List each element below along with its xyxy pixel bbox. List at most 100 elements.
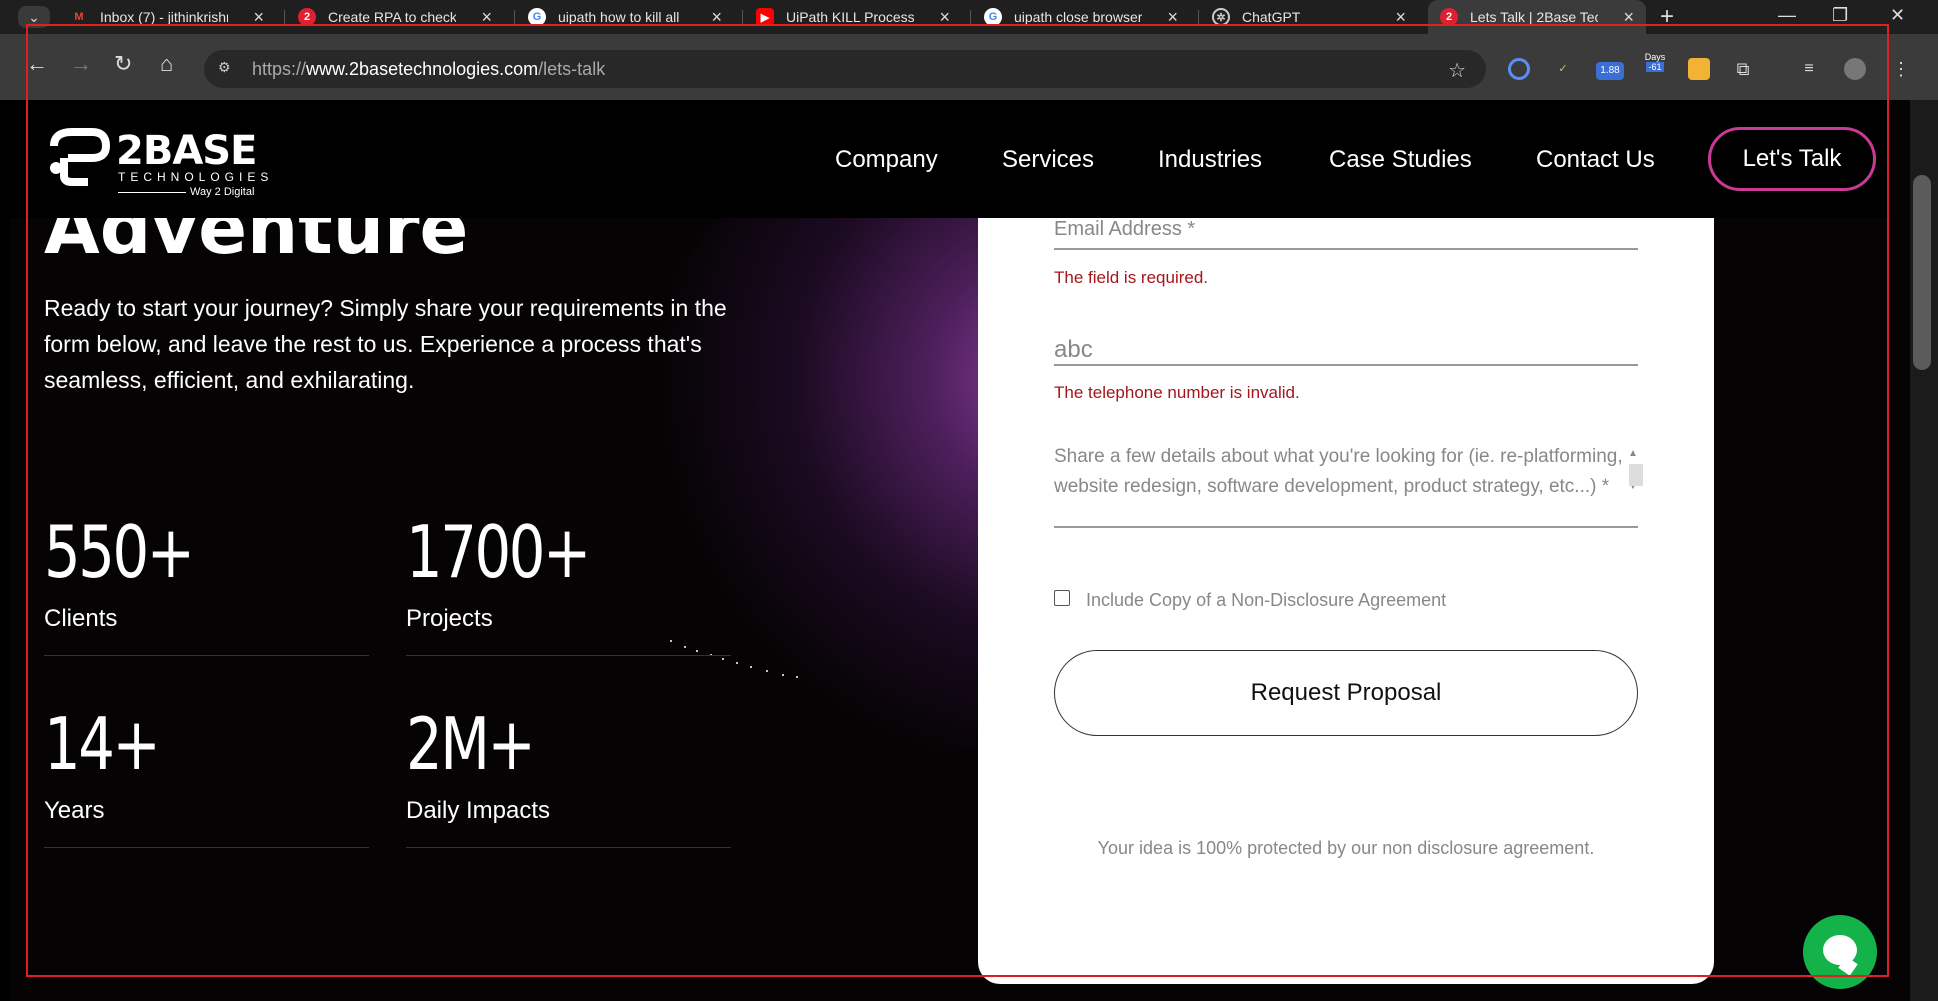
email-error: The field is required. [1054,268,1209,287]
google-icon: G [984,8,1002,26]
nav-contact-us[interactable]: Contact Us [1536,146,1655,174]
tab-strip: ⌄ M Inbox (7) - jithinkrishna × 2 Create… [0,0,1938,34]
youtube-icon: ▶ [756,8,774,26]
tab-title: ChatGPT [1242,9,1301,25]
close-icon[interactable]: × [1395,7,1406,28]
extension-badge-icon[interactable]: 1.88 [1596,62,1624,80]
page-content: Adventure Ready to start your journey? S… [10,100,1910,1001]
close-icon[interactable]: × [711,7,722,28]
tab-search-button[interactable]: ⌄ [18,6,50,28]
stat-number: 14+ [44,702,161,786]
close-icon[interactable]: × [253,7,264,28]
nav-industries[interactable]: Industries [1158,146,1262,174]
tab-gmail[interactable]: M Inbox (7) - jithinkrishna × [58,0,276,34]
stat-daily-impacts: 2M+ Daily Impacts [406,702,731,848]
tab-divider [514,10,515,26]
tab-title: uipath close browser [1014,9,1142,25]
logo-tagline: Way 2 Digital [190,186,255,198]
stat-projects: 1700+ Projects [406,510,731,656]
request-proposal-button[interactable]: Request Proposal [1054,650,1638,736]
tab-lets-talk[interactable]: 2 Lets Talk | 2Base Tech × [1428,0,1646,34]
address-bar[interactable]: ⚙ https://www.2basetechnologies.com/lets… [204,50,1486,88]
chatgpt-icon: ✲ [1212,8,1230,26]
window-close-button[interactable]: ✕ [1890,5,1905,26]
nav-services[interactable]: Services [1002,146,1094,174]
site-logo[interactable]: 2BASE TECHNOLOGIES Way 2 Digital [44,126,268,198]
notes-extension-icon[interactable] [1688,58,1710,80]
tab-youtube[interactable]: ▶ UiPath KILL Process × [744,0,962,34]
minimize-button[interactable]: — [1778,5,1796,26]
email-placeholder: Email Address * [1054,218,1196,240]
google-icon: G [528,8,546,26]
stat-label: Years [44,797,105,824]
details-textarea[interactable]: Share a few details about what you're lo… [1054,442,1638,528]
textarea-scroll-thumb[interactable] [1629,464,1643,486]
phone-value: abc [1054,336,1093,363]
days-badge: -61 [1646,62,1664,72]
close-icon[interactable]: × [481,7,492,28]
tab-chatgpt[interactable]: ✲ ChatGPT × [1200,0,1418,34]
more-menu-icon[interactable]: ⋮ [1890,58,1912,80]
tab-divider [284,10,285,26]
logo-mark-icon [50,128,111,186]
tab-uipath-close-browser[interactable]: G uipath close browser × [972,0,1190,34]
tab-title: UiPath KILL Process [786,9,914,25]
proposal-form: Email Address * The field is required. a… [978,218,1714,984]
details-placeholder: Share a few details about what you're lo… [1054,446,1623,497]
back-button[interactable]: ← [26,51,48,77]
close-icon[interactable]: × [1167,7,1178,28]
stat-number: 2M+ [406,702,536,786]
url-text: https://www.2basetechnologies.com/lets-t… [252,58,606,79]
nda-label: Include Copy of a Non-Disclosure Agreeme… [1086,590,1447,610]
forward-button[interactable]: → [70,51,92,77]
lets-talk-button[interactable]: Let's Talk [1708,127,1876,191]
logo-divider [118,192,186,193]
site-header: 2BASE TECHNOLOGIES Way 2 Digital Company… [10,100,1890,218]
nda-note: Your idea is 100% protected by our non d… [1097,838,1595,858]
stat-number: 550+ [44,510,195,594]
restore-button[interactable]: ❐ [1832,5,1848,26]
browser-toolbar: ← → ↻ ⌂ ⚙ https://www.2basetechnologies.… [0,34,1938,100]
spellcheck-extension-icon[interactable]: ✓ [1552,58,1574,80]
tab-title: Lets Talk | 2Base Tech [1470,9,1598,25]
stat-label: Clients [44,605,118,632]
tab-title: uipath how to kill all [558,9,680,25]
tab-title: Inbox (7) - jithinkrishna [100,9,228,25]
close-icon[interactable]: × [939,7,950,28]
stat-number: 1700+ [406,510,591,594]
reload-button[interactable]: ↻ [114,51,132,77]
home-button[interactable]: ⌂ [160,51,173,77]
chat-widget-button[interactable] [1803,915,1877,989]
site-icon: 2 [1440,8,1458,26]
tab-title: Create RPA to check [328,9,456,25]
site-icon: 2 [298,8,316,26]
color-extension-icon[interactable] [1508,58,1530,80]
phone-field[interactable]: abc [1054,336,1638,366]
stat-label: Daily Impacts [406,797,551,824]
nda-checkbox[interactable] [1054,590,1070,606]
bookmark-star-icon[interactable]: ☆ [1448,58,1466,83]
profile-avatar[interactable] [1844,58,1866,80]
stat-clients: 550+ Clients [44,510,369,656]
tab-uipath-kill-all[interactable]: G uipath how to kill all × [516,0,734,34]
logo-text: 2BASE [116,128,257,174]
hero-intro: Ready to start your journey? Simply shar… [44,295,727,393]
tab-divider [1198,10,1199,26]
nav-company[interactable]: Company [835,146,938,174]
extensions-puzzle-icon[interactable]: ⧉ [1732,58,1754,80]
days-label: Days [1644,52,1666,62]
new-tab-button[interactable]: + [1660,3,1674,31]
gmail-icon: M [74,11,84,23]
email-field[interactable]: Email Address * [1054,218,1638,250]
close-icon[interactable]: × [1623,7,1634,28]
nav-case-studies[interactable]: Case Studies [1329,146,1472,174]
days-counter-icon[interactable]: Days -61 [1640,52,1670,74]
media-control-icon[interactable]: ≡ [1798,58,1820,80]
phone-error: The telephone number is invalid. [1054,383,1300,402]
tab-create-rpa[interactable]: 2 Create RPA to check × [286,0,504,34]
site-info-icon[interactable]: ⚙ [218,59,238,79]
page-scroll-thumb[interactable] [1913,175,1931,370]
tab-divider [970,10,971,26]
stat-label: Projects [406,605,493,632]
tab-divider [742,10,743,26]
